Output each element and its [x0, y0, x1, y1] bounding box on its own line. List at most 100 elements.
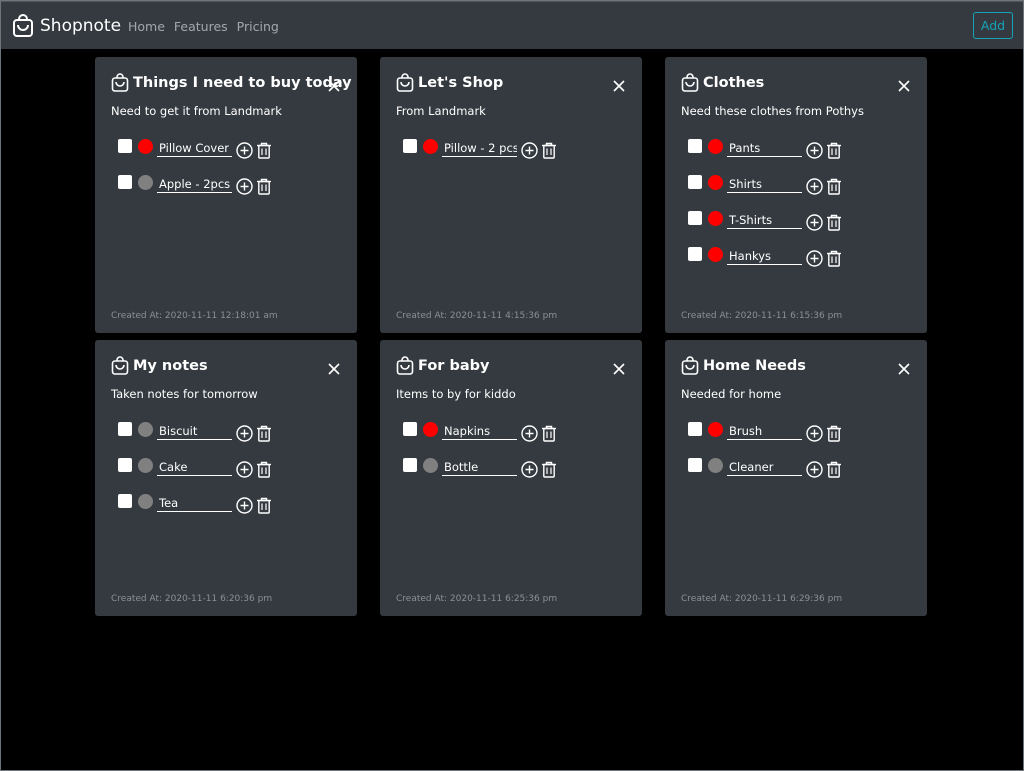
brand-link[interactable]: Shopnote: [12, 14, 121, 38]
created-at: Created At: 2020-11-11 6:25:36 pm: [396, 594, 558, 604]
item-text-field[interactable]: Apple - 2pcs: [157, 177, 232, 193]
priority-dot[interactable]: [708, 139, 723, 154]
add-circle-icon[interactable]: [236, 178, 253, 195]
priority-dot[interactable]: [138, 175, 153, 190]
item-checkbox[interactable]: [118, 422, 132, 436]
add-circle-icon[interactable]: [806, 142, 823, 159]
item-text-field[interactable]: Tea: [157, 496, 232, 512]
item-checkbox[interactable]: [118, 458, 132, 472]
trash-icon[interactable]: [826, 142, 842, 159]
item-checkbox[interactable]: [118, 175, 132, 189]
add-circle-icon[interactable]: [806, 178, 823, 195]
add-circle-icon[interactable]: [806, 214, 823, 231]
priority-dot[interactable]: [708, 211, 723, 226]
item-checkbox[interactable]: [118, 494, 132, 508]
trash-icon[interactable]: [256, 178, 272, 195]
item-text-field[interactable]: T-Shirts: [727, 213, 802, 229]
card-title: Let's Shop: [418, 74, 504, 91]
trash-icon[interactable]: [256, 497, 272, 514]
trash-icon[interactable]: [256, 461, 272, 478]
trash-icon[interactable]: [256, 425, 272, 442]
trash-icon[interactable]: [826, 250, 842, 267]
item-text-field[interactable]: Shirts: [727, 177, 802, 193]
nav-links: Home Features Pricing: [128, 19, 288, 34]
list-item: Hankys: [688, 245, 908, 281]
item-checkbox[interactable]: [118, 139, 132, 153]
add-circle-icon[interactable]: [806, 425, 823, 442]
priority-dot[interactable]: [138, 422, 153, 437]
item-text-field[interactable]: Napkins: [442, 424, 517, 440]
item-checkbox[interactable]: [688, 211, 702, 225]
list-item: T-Shirts: [688, 209, 908, 245]
trash-icon[interactable]: [826, 425, 842, 442]
priority-dot[interactable]: [708, 458, 723, 473]
note-card: Clothes Need these clothes from Pothys Pan…: [665, 57, 927, 333]
item-checkbox[interactable]: [688, 247, 702, 261]
priority-dot[interactable]: [708, 247, 723, 262]
add-circle-icon[interactable]: [521, 142, 538, 159]
item-list: Pants Shirts T-Shirts Hankys: [688, 137, 908, 281]
trash-icon[interactable]: [826, 178, 842, 195]
card-title: Home Needs: [703, 357, 806, 374]
priority-dot[interactable]: [423, 458, 438, 473]
note-card: For baby Items to by for kiddo Napkins Bott…: [380, 340, 642, 616]
close-icon[interactable]: [328, 77, 340, 92]
item-checkbox[interactable]: [688, 458, 702, 472]
trash-icon[interactable]: [826, 461, 842, 478]
item-list: Brush Cleaner: [688, 420, 908, 492]
created-at: Created At: 2020-11-11 4:15:36 pm: [396, 311, 558, 321]
trash-icon[interactable]: [541, 425, 557, 442]
priority-dot[interactable]: [138, 458, 153, 473]
item-text-field[interactable]: Bottle: [442, 460, 517, 476]
priority-dot[interactable]: [138, 139, 153, 154]
card-description: Needed for home: [681, 387, 782, 401]
item-text-field[interactable]: Biscuit: [157, 424, 232, 440]
nav-pricing[interactable]: Pricing: [237, 19, 279, 34]
list-item: Pillow - 2 pcs: [403, 137, 623, 173]
priority-dot[interactable]: [708, 175, 723, 190]
note-card: My notes Taken notes for tomorrow Biscuit C…: [95, 340, 357, 616]
brand-name: Shopnote: [40, 16, 122, 36]
item-text-field[interactable]: Hankys: [727, 249, 802, 265]
add-circle-icon[interactable]: [236, 461, 253, 478]
close-icon[interactable]: [898, 77, 910, 92]
created-at: Created At: 2020-11-11 6:15:36 pm: [681, 311, 843, 321]
list-item: Tea: [118, 492, 338, 528]
item-checkbox[interactable]: [403, 458, 417, 472]
add-circle-icon[interactable]: [236, 497, 253, 514]
add-button[interactable]: Add: [973, 12, 1013, 39]
priority-dot[interactable]: [708, 422, 723, 437]
add-circle-icon[interactable]: [236, 425, 253, 442]
item-text-field[interactable]: Pillow - 2 pcs: [442, 141, 517, 157]
trash-icon[interactable]: [541, 142, 557, 159]
item-text-field[interactable]: Cake: [157, 460, 232, 476]
item-checkbox[interactable]: [403, 139, 417, 153]
nav-features[interactable]: Features: [174, 19, 228, 34]
add-circle-icon[interactable]: [806, 461, 823, 478]
add-circle-icon[interactable]: [521, 425, 538, 442]
add-circle-icon[interactable]: [521, 461, 538, 478]
add-circle-icon[interactable]: [806, 250, 823, 267]
priority-dot[interactable]: [423, 139, 438, 154]
trash-icon[interactable]: [826, 214, 842, 231]
shopping-bag-icon: [396, 356, 414, 375]
close-icon[interactable]: [898, 360, 910, 375]
nav-home[interactable]: Home: [128, 19, 165, 34]
item-text-field[interactable]: Cleaner: [727, 460, 802, 476]
item-checkbox[interactable]: [688, 422, 702, 436]
item-text-field[interactable]: Pillow Cover: [157, 141, 232, 157]
card-description: Taken notes for tomorrow: [111, 387, 258, 401]
item-text-field[interactable]: Brush: [727, 424, 802, 440]
close-icon[interactable]: [613, 77, 625, 92]
item-checkbox[interactable]: [688, 175, 702, 189]
priority-dot[interactable]: [138, 494, 153, 509]
item-text-field[interactable]: Pants: [727, 141, 802, 157]
item-checkbox[interactable]: [688, 139, 702, 153]
close-icon[interactable]: [613, 360, 625, 375]
close-icon[interactable]: [328, 360, 340, 375]
trash-icon[interactable]: [256, 142, 272, 159]
item-checkbox[interactable]: [403, 422, 417, 436]
add-circle-icon[interactable]: [236, 142, 253, 159]
priority-dot[interactable]: [423, 422, 438, 437]
trash-icon[interactable]: [541, 461, 557, 478]
